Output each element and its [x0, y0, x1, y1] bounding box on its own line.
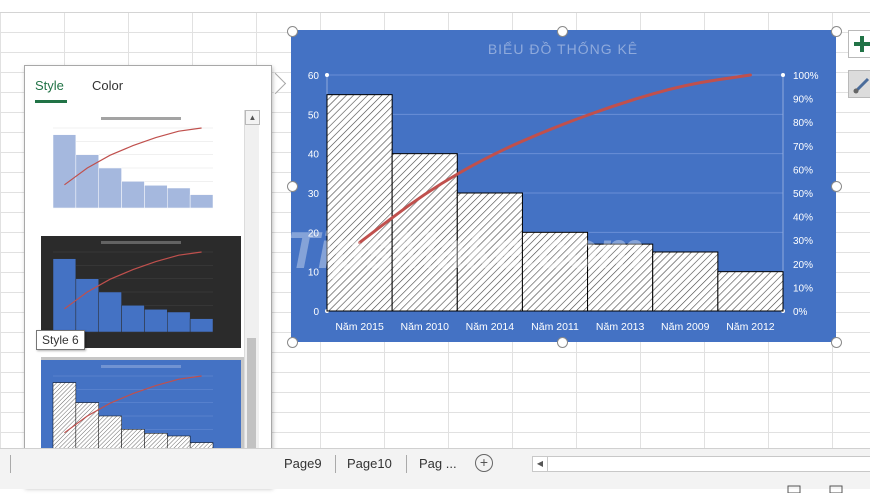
plus-icon: [854, 36, 870, 52]
thumb-bar: [121, 181, 145, 209]
y-tick-label: 60: [308, 71, 320, 82]
y2-tick-label: 50%: [793, 189, 813, 200]
chart-svg[interactable]: BIỂU ĐỒ THỐNG KÊ 01020304050600%10%20%30…: [287, 30, 836, 342]
y-tick-label: 50: [308, 110, 320, 121]
scrollbar-thumb[interactable]: [247, 338, 256, 454]
formula-area-edge: [0, 0, 870, 13]
thumb-bar: [75, 278, 99, 333]
thumb-bar: [144, 185, 168, 209]
chart-elements-button[interactable]: [848, 30, 870, 58]
thumb-title-mark: [101, 117, 181, 120]
resize-handle-bm[interactable]: [557, 337, 568, 348]
separator: [406, 455, 407, 473]
y2-tick-label: 70%: [793, 142, 813, 153]
thumb-bar: [121, 305, 145, 333]
thumb-bar: [167, 187, 191, 209]
resize-handle-mr[interactable]: [831, 181, 842, 192]
chart-title[interactable]: BIỂU ĐỒ THỐNG KÊ: [488, 40, 638, 57]
watermark-text: TipsMake.com: [291, 222, 644, 280]
sheet-tabs-bar: Page9 Page10 Pag ... + ◀: [0, 448, 870, 481]
tab-active-indicator: [35, 100, 67, 103]
thumb-bar: [189, 318, 214, 333]
pareto-chart[interactable]: BIỂU ĐỒ THỐNG KÊ 0 10 20 30 40 50 60 0% 10% 20% 30…: [287, 30, 836, 342]
thumb-bar: [52, 134, 77, 209]
style-tooltip: Style 6: [36, 330, 85, 350]
y2-tick-label: 80%: [793, 118, 813, 129]
y-tick-label: 40: [308, 150, 320, 161]
thumb-title-mark: [101, 365, 181, 368]
scroll-up-button[interactable]: ▲: [245, 110, 260, 125]
thumb-bar: [75, 154, 99, 209]
bar[interactable]: [717, 271, 784, 312]
horizontal-scrollbar[interactable]: ◀: [532, 456, 870, 472]
resize-handle-ml[interactable]: [287, 181, 298, 192]
resize-handle-bl[interactable]: [287, 337, 298, 348]
thumb-bar: [189, 194, 214, 209]
chart-style-panel: Style Color ▲ ▼: [24, 65, 272, 487]
sheet-tab-page10[interactable]: Page10: [347, 456, 392, 471]
y2-tick-label: 90%: [793, 95, 813, 106]
resize-handle-br[interactable]: [831, 337, 842, 348]
x-tick-label: Năm 2010: [400, 321, 449, 333]
y2-tick-label: 100%: [793, 71, 819, 82]
sheet-tab-more[interactable]: Pag ...: [419, 456, 457, 471]
axis-end-dot: [325, 73, 329, 77]
axis-end-dot: [781, 73, 785, 77]
separator: [10, 455, 11, 473]
thumb-bar: [52, 382, 77, 457]
tab-style[interactable]: Style: [35, 78, 64, 93]
y2-tick-label: 0%: [793, 307, 808, 318]
page-layout-icon[interactable]: [829, 485, 843, 494]
thumb-title-mark: [101, 241, 181, 244]
separator: [335, 455, 336, 473]
x-tick-label: Năm 2011: [531, 321, 579, 333]
y2-tick-label: 30%: [793, 236, 813, 247]
y-tick-label: 30: [308, 189, 320, 200]
resize-handle-tl[interactable]: [287, 26, 298, 37]
bar[interactable]: [652, 251, 719, 312]
style-thumbnails[interactable]: [41, 112, 249, 478]
add-sheet-icon[interactable]: +: [475, 454, 493, 472]
x-tick-label: Năm 2012: [726, 321, 775, 333]
normal-view-icon[interactable]: [787, 485, 801, 494]
x-tick-label: Năm 2013: [596, 321, 645, 333]
status-bar: [0, 480, 870, 494]
thumb-bar: [144, 309, 168, 333]
x-tick-label: Năm 2009: [661, 321, 710, 333]
chart-styles-button[interactable]: [848, 70, 870, 98]
y2-tick-label: 20%: [793, 260, 813, 271]
y-tick-label: 0: [313, 307, 319, 318]
x-tick-label: Năm 2015: [335, 321, 384, 333]
thumb-bar: [52, 258, 77, 333]
x-tick-label: Năm 2014: [466, 321, 515, 333]
thumb-bar: [98, 167, 122, 209]
resize-handle-tr[interactable]: [831, 26, 842, 37]
thumb-bar: [167, 311, 191, 333]
y2-tick-label: 10%: [793, 283, 813, 294]
resize-handle-tm[interactable]: [557, 26, 568, 37]
style-thumb-white[interactable]: [41, 112, 241, 224]
y2-tick-label: 60%: [793, 165, 813, 176]
tab-color[interactable]: Color: [92, 78, 123, 93]
panel-scrollbar[interactable]: ▲ ▼: [244, 110, 260, 476]
thumb-bar: [98, 291, 122, 333]
scroll-left-icon[interactable]: ◀: [533, 457, 548, 471]
y2-tick-label: 40%: [793, 213, 813, 224]
paintbrush-icon: [853, 77, 870, 94]
sheet-tab-page9[interactable]: Page9: [284, 456, 322, 471]
